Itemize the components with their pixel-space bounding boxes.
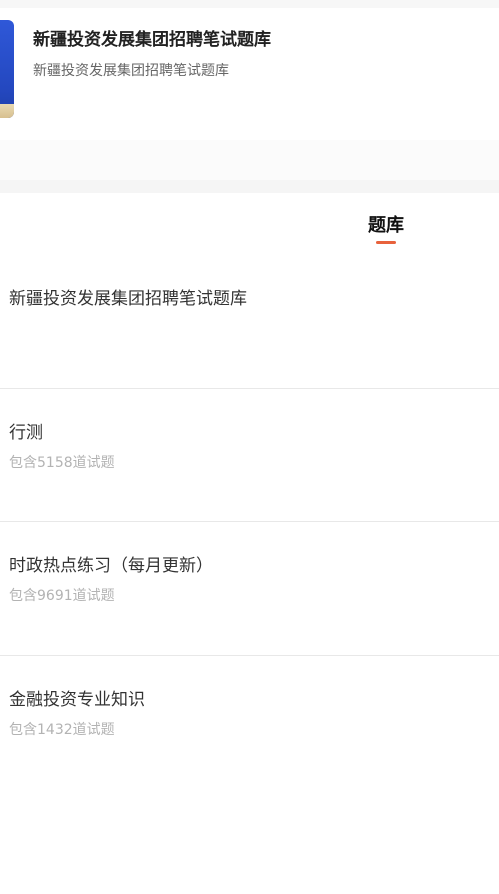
category-name: 时政热点练习（每月更新）: [9, 556, 213, 576]
section-gap: [0, 140, 499, 180]
category-name: 行测: [9, 423, 43, 443]
header-title: 新疆投资发展集团招聘笔试题库: [33, 30, 271, 50]
category-item-current-affairs[interactable]: 时政热点练习（每月更新） 包含9691道试题: [0, 522, 499, 654]
tab-bar: 题库: [0, 193, 499, 251]
book-cover-image: [0, 20, 14, 118]
category-question-count: 包含1432道试题: [9, 722, 115, 738]
tab-active-indicator: [376, 241, 396, 244]
bank-section-title: 新疆投资发展集团招聘笔试题库: [9, 289, 247, 309]
tab-label: 题库: [368, 215, 404, 236]
top-spacer: [0, 0, 499, 8]
category-question-count: 包含9691道试题: [9, 588, 115, 604]
bank-header-card[interactable]: 新疆投资发展集团招聘笔试题库 新疆投资发展集团招聘笔试题库: [0, 8, 499, 140]
section-divider-strip: [0, 180, 499, 193]
category-item-finance[interactable]: 金融投资专业知识 包含1432道试题: [0, 656, 499, 788]
header-subtitle: 新疆投资发展集团招聘笔试题库: [33, 63, 229, 79]
tab-question-bank[interactable]: 题库: [366, 211, 406, 244]
category-item-xingce[interactable]: 行测 包含5158道试题: [0, 389, 499, 521]
category-name: 金融投资专业知识: [9, 690, 145, 710]
category-question-count: 包含5158道试题: [9, 455, 115, 471]
